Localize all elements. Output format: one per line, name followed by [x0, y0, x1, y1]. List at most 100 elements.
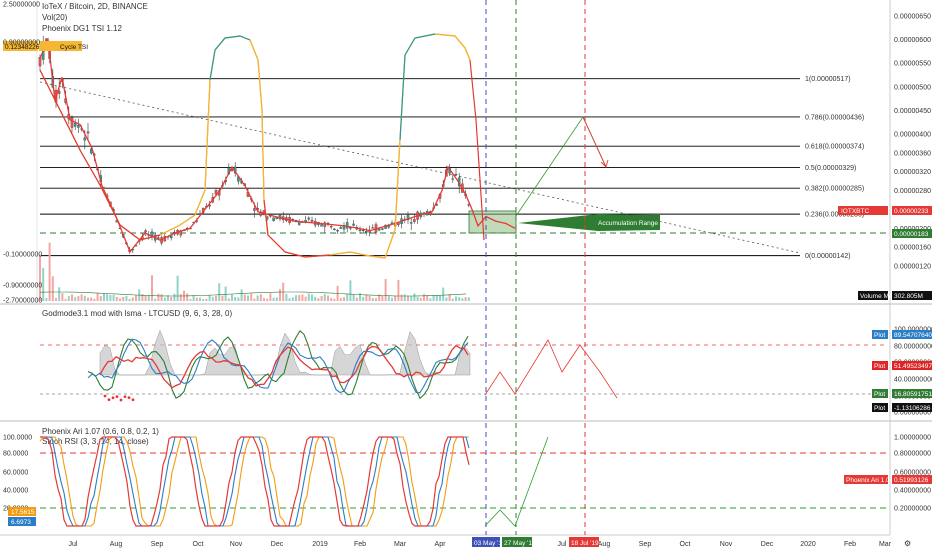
candle-body	[253, 208, 256, 211]
settings-gear-icon[interactable]: ⚙	[904, 539, 911, 548]
candle-body	[345, 222, 349, 229]
volume-bar	[240, 289, 243, 301]
volume-bar	[375, 298, 377, 301]
time-axis-label: Jul	[558, 541, 567, 548]
time-axis-label: Apr	[435, 541, 447, 548]
volume-bar	[464, 297, 467, 301]
volume-bar	[339, 298, 342, 301]
price-axis-tick: 0.00000360	[894, 150, 931, 157]
volume-bar	[215, 295, 217, 301]
volume-bar	[77, 296, 80, 301]
volume-bar	[349, 280, 352, 301]
pane2-signal-dot	[119, 398, 123, 402]
volume-bar	[327, 295, 329, 301]
volume-bar	[93, 298, 96, 301]
time-axis-label: 2020	[800, 541, 816, 548]
candle-body	[83, 137, 87, 141]
volume-bar	[435, 295, 438, 301]
fib-level-label: 0.382(0.00000285)	[805, 186, 864, 193]
volume-bars	[39, 242, 470, 301]
chart-canvas[interactable]: 1(0.00000517) 0.786(0.00000436) 0.618(0.00…	[0, 0, 932, 550]
volume-bar	[163, 297, 166, 301]
time-marker-red: 18 Jul '19	[571, 540, 599, 547]
projection-down-path[interactable]	[582, 116, 607, 168]
symbol-title: IoTeX / Bitcoin, 2D, BINANCE	[42, 2, 148, 11]
pane3-orange-line	[39, 436, 469, 527]
time-axis-label: Dec	[271, 541, 284, 548]
volume-bar	[320, 296, 323, 301]
price-tag-symbol: IOTXBTC	[841, 208, 869, 215]
time-axis-label: Aug	[110, 541, 123, 548]
pane3-left-tick: 60.0000	[3, 470, 28, 477]
time-axis-label: 2019	[312, 541, 328, 548]
candle-body	[310, 219, 314, 222]
pane3-right-tag-value: 0.51993126	[894, 477, 929, 484]
volume-bar	[103, 293, 105, 301]
volume-bar	[368, 295, 371, 301]
price-axis-tick: 0.00000600	[894, 37, 931, 44]
volume-bar	[371, 297, 374, 301]
pane3-right-tick: 0.80000000	[894, 451, 931, 458]
volume-bar	[445, 297, 448, 301]
volume-bar	[90, 297, 93, 301]
volume-bar	[192, 295, 195, 301]
candle-body	[336, 230, 339, 232]
pane3-left-axis: 100.000080.000060.000040.000020.0000	[3, 435, 32, 513]
volume-bar	[461, 298, 464, 301]
time-axis-label: Sep	[639, 541, 652, 548]
candle-body	[451, 178, 455, 180]
pane2-title: Godmode3.1 mod with lsma - LTCUSD (9, 6,…	[42, 309, 232, 318]
volume-bar	[71, 294, 73, 301]
candle-body	[381, 228, 384, 230]
volume-bar	[451, 298, 454, 301]
volume-bar	[259, 294, 262, 301]
volume-bar	[109, 294, 112, 301]
volume-bar	[83, 295, 86, 301]
candle-body	[365, 231, 368, 233]
volume-bar	[58, 287, 61, 301]
candle-body	[272, 217, 275, 221]
pane3-left-tag-blue: 6.6973	[11, 519, 31, 526]
pane3-right-axis: 1.000000000.800000000.600000000.40000000…	[894, 435, 931, 513]
volume-bar	[243, 294, 246, 301]
time-axis-label: Nov	[720, 541, 733, 548]
volume-bar	[186, 293, 189, 301]
candle-body	[377, 228, 381, 231]
volume-bar	[202, 298, 205, 301]
pane2-tag-label: Plot	[874, 391, 885, 398]
volume-bar	[416, 296, 419, 301]
volume-bar	[154, 298, 157, 301]
volume-bar	[250, 293, 253, 301]
volume-bar	[323, 294, 326, 301]
volume-bar	[314, 296, 317, 301]
tsi-cycle-segment	[263, 199, 331, 258]
pane3-right-tag-label: Phoenix Ari 1.07	[846, 477, 894, 484]
time-axis-label: Aug	[598, 541, 611, 548]
pane3-left-tag-orange: 17.5615	[11, 509, 35, 516]
candle-body	[413, 219, 416, 222]
candle-body	[307, 217, 311, 220]
volume-bar	[397, 279, 400, 301]
candle-body	[77, 124, 80, 128]
volume-bar	[439, 295, 441, 301]
pane2-signal-dot	[115, 395, 119, 399]
left-axis-tick: -2.70000000	[3, 298, 42, 305]
volume-bar	[231, 294, 233, 301]
volume-bar	[384, 279, 387, 301]
fib-level-label: 0(0.00000142)	[805, 253, 851, 260]
volume-bar	[144, 295, 147, 301]
price-tag-green: 0.00000183	[894, 231, 929, 238]
pane2-tag-value: 51.49523497	[894, 363, 932, 370]
pane2-signal-dot	[123, 395, 127, 399]
time-axis-label: Mar	[394, 541, 407, 548]
volume-bar	[295, 295, 297, 301]
chart-window: 1(0.00000517) 0.786(0.00000436) 0.618(0.00…	[0, 0, 932, 550]
projection-up-path[interactable]	[515, 116, 607, 217]
time-axis-label: Feb	[354, 541, 366, 548]
volume-bar	[355, 297, 358, 301]
volume-bar	[467, 297, 470, 301]
volume-bar	[400, 294, 403, 301]
volume-bar	[45, 297, 48, 301]
pane2-projection-path[interactable]	[484, 339, 618, 399]
price-axis-tick: 0.00000280	[894, 188, 931, 195]
